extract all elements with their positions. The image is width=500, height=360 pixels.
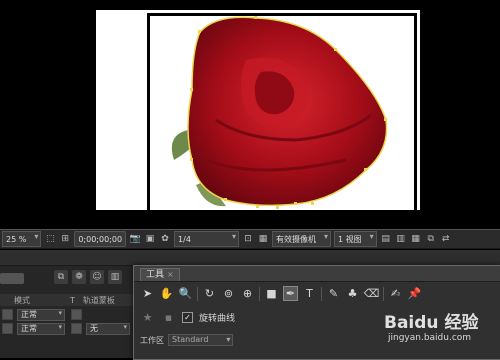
- frame-blending-icon[interactable]: ▥: [108, 270, 122, 284]
- column-trkmat: 轨道蒙板: [82, 295, 115, 305]
- exposure-icon[interactable]: ⇄: [440, 233, 452, 245]
- track-matte-select[interactable]: 无: [86, 322, 130, 335]
- preserve-transparency-checkbox[interactable]: [71, 323, 82, 334]
- timeline-icon[interactable]: ▦: [410, 233, 422, 245]
- selection-tool-icon[interactable]: ➤: [140, 286, 155, 301]
- transparency-grid-icon[interactable]: ▦: [257, 233, 269, 245]
- zoom-tool-icon[interactable]: 🔍: [178, 286, 193, 301]
- star-icon: ★: [142, 311, 153, 324]
- toggle-pixel-aspect-icon[interactable]: ▤: [380, 233, 392, 245]
- roto-brush-tool-icon[interactable]: ✍: [388, 286, 403, 301]
- timecode-field[interactable]: 0;00;00;00: [74, 231, 127, 247]
- fit-frame-icon[interactable]: ⬚: [44, 233, 56, 245]
- channel-icon[interactable]: ✿: [159, 233, 171, 245]
- layer-icon: ▪: [164, 311, 173, 324]
- column-t: T: [70, 295, 75, 305]
- camera-dropdown[interactable]: 有效摄像机: [272, 231, 332, 247]
- zoom-dropdown[interactable]: 25 %: [2, 231, 42, 247]
- workspace-dropdown[interactable]: Standard: [168, 334, 234, 346]
- close-icon[interactable]: ×: [167, 269, 174, 281]
- rotate-bezier-checkbox[interactable]: ✓: [182, 312, 193, 323]
- tool-separator: [259, 286, 260, 301]
- workspace-row: 工作区 Standard: [140, 334, 234, 346]
- tool-options: ★ ▪ ✓ 旋转曲线: [140, 310, 235, 325]
- comp-mini-flowchart-icon[interactable]: ⧉: [54, 270, 68, 284]
- preserve-transparency-checkbox[interactable]: [71, 309, 82, 320]
- layer-color-swatch: [2, 309, 13, 320]
- resolution-dropdown[interactable]: 1/4: [174, 231, 240, 247]
- hide-shy-layers-icon[interactable]: ☺: [90, 270, 104, 284]
- rotate-bezier-label: 旋转曲线: [199, 314, 236, 324]
- timeline-switches: ⧉ ❁ ☺ ▥: [54, 270, 122, 284]
- fast-preview-icon[interactable]: ▥: [395, 233, 407, 245]
- snapshot-icon[interactable]: 📷: [129, 233, 141, 245]
- brush-tool-icon[interactable]: ✎: [326, 286, 341, 301]
- hand-tool-icon[interactable]: ✋: [159, 286, 174, 301]
- column-mode: 模式: [14, 295, 30, 305]
- type-tool-icon[interactable]: T: [302, 286, 317, 301]
- tools-panel: 工具 × ➤ ✋ 🔍 ↻ ⊚ ⊕ ■ ✒ T ✎ ♣ ⌫ ✍ 📌 ★ ▪ ✓ 旋…: [133, 265, 500, 360]
- timeline-tab[interactable]: [0, 273, 24, 284]
- orbit-camera-tool-icon[interactable]: ⊚: [221, 286, 236, 301]
- workspace-label: 工作区: [140, 335, 164, 345]
- tool-separator: [321, 286, 322, 301]
- rose-image: [171, 16, 388, 209]
- composition-viewer[interactable]: [0, 0, 500, 229]
- layer-mode-select[interactable]: 正常: [17, 322, 65, 335]
- tool-separator: [197, 286, 198, 301]
- clone-stamp-tool-icon[interactable]: ♣: [345, 286, 360, 301]
- timeline-tabstrip: [0, 250, 500, 266]
- pan-behind-tool-icon[interactable]: ⊕: [240, 286, 255, 301]
- rotation-tool-icon[interactable]: ↻: [202, 286, 217, 301]
- viewer-toolbar: 25 % ⬚ ⊞ 0;00;00;00 📷 ▣ ✿ 1/4 ⊡ ▦ 有效摄像机 …: [0, 229, 500, 249]
- tools-panel-tabbar: 工具 ×: [134, 266, 500, 282]
- eraser-tool-icon[interactable]: ⌫: [364, 286, 380, 301]
- tools-tab[interactable]: 工具 ×: [140, 268, 180, 281]
- tool-row: ➤ ✋ 🔍 ↻ ⊚ ⊕ ■ ✒ T ✎ ♣ ⌫ ✍ 📌: [140, 286, 422, 301]
- tool-separator: [383, 286, 384, 301]
- views-dropdown[interactable]: 1 视图: [334, 231, 377, 247]
- region-of-interest-icon[interactable]: ⊡: [242, 233, 254, 245]
- puppet-pin-tool-icon[interactable]: 📌: [407, 286, 422, 301]
- rectangle-tool-icon[interactable]: ■: [264, 286, 279, 301]
- show-snapshot-icon[interactable]: ▣: [144, 233, 156, 245]
- flowchart-icon[interactable]: ⧉: [425, 233, 437, 245]
- layer-mode-select[interactable]: 正常: [17, 308, 65, 321]
- grid-toggle-icon[interactable]: ⊞: [59, 233, 71, 245]
- tools-tab-label: 工具: [146, 270, 165, 280]
- layer-color-swatch: [2, 323, 13, 334]
- pen-tool-icon[interactable]: ✒: [283, 286, 298, 301]
- draft-3d-icon[interactable]: ❁: [72, 270, 86, 284]
